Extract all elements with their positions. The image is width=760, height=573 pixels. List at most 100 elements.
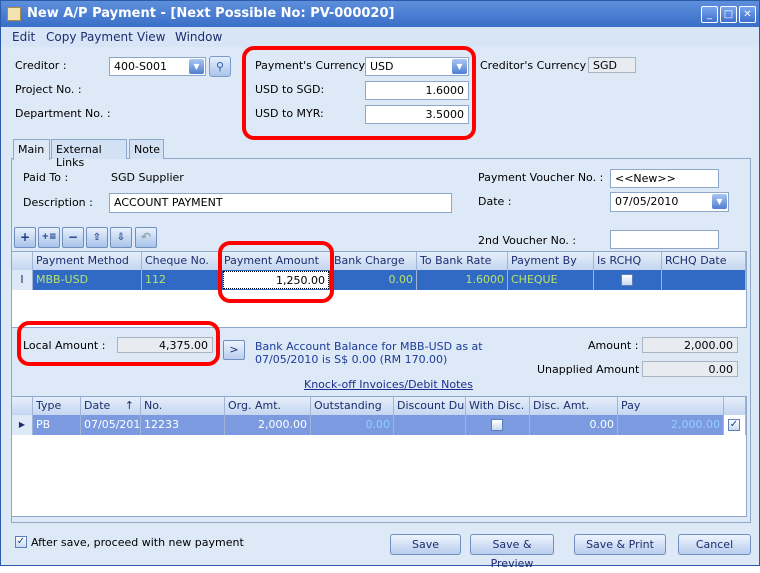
with-disc-checkbox[interactable]	[491, 419, 503, 431]
col-date-label: Date	[84, 399, 111, 412]
rate2-label: USD to MYR:	[255, 107, 324, 120]
creditor-label: Creditor :	[15, 59, 67, 72]
move-down-icon[interactable]: ⇩	[110, 227, 132, 248]
cell-is-rchq[interactable]	[594, 270, 662, 290]
tab-note[interactable]: Note	[129, 139, 164, 159]
date-value: 07/05/2010	[615, 195, 679, 208]
menu-window[interactable]: Window	[175, 30, 222, 44]
col-disc-amt[interactable]: Disc. Amt.	[530, 397, 618, 415]
proceed-label: After save, proceed with new payment	[31, 536, 244, 549]
voucher-label: Payment Voucher No. :	[478, 171, 604, 184]
cell-org-amt[interactable]: 2,000.00	[225, 415, 311, 435]
menu-view[interactable]: View	[137, 30, 165, 44]
title-bar: New A/P Payment - [Next Possible No: PV-…	[1, 1, 759, 27]
rate2-input[interactable]: 3.5000	[365, 105, 469, 124]
app-icon	[7, 7, 21, 21]
payment-grid: Payment Method Cheque No. Payment Amount…	[11, 251, 747, 328]
close-button[interactable]: ✕	[739, 6, 756, 23]
select-checkbox[interactable]: ✓	[728, 419, 740, 431]
unapplied-label: Unapplied Amount :	[537, 363, 647, 376]
insert-icon[interactable]: +≡	[38, 227, 60, 248]
col-with-disc[interactable]: With Disc.	[466, 397, 530, 415]
cell-discount-due[interactable]	[394, 415, 466, 435]
menu-bar: Edit Copy Payment View Window	[1, 27, 759, 47]
cancel-button[interactable]: Cancel	[678, 534, 751, 555]
save-button[interactable]: Save	[390, 534, 461, 555]
creditor-select[interactable]: 400-S001 ▼	[109, 57, 206, 76]
tab-main[interactable]: Main	[13, 139, 50, 160]
undo-icon[interactable]: ↶	[135, 227, 157, 248]
creditor-currency-value: SGD	[588, 57, 636, 73]
col-pay[interactable]: Pay	[618, 397, 724, 415]
col-type[interactable]: Type	[33, 397, 81, 415]
more-button[interactable]: >	[223, 340, 245, 360]
second-voucher-input[interactable]	[610, 230, 719, 249]
cell-no[interactable]: 12233	[141, 415, 225, 435]
row-indicator-header	[12, 397, 33, 415]
date-picker[interactable]: 07/05/2010 ▼	[610, 192, 729, 212]
creditor-value: 400-S001	[114, 60, 167, 73]
creditor-currency-label: Creditor's Currency :	[480, 59, 594, 72]
move-up-icon[interactable]: ⇧	[86, 227, 108, 248]
col-cheque-no[interactable]: Cheque No.	[142, 252, 221, 270]
col-payment-method[interactable]: Payment Method	[33, 252, 142, 270]
second-voucher-label: 2nd Voucher No. :	[478, 234, 577, 247]
row-pointer-icon: ▶	[12, 415, 33, 435]
cell-rate[interactable]: 1.6000	[417, 270, 508, 290]
cell-charge[interactable]: 0.00	[331, 270, 417, 290]
cell-type[interactable]: PB	[33, 415, 81, 435]
menu-edit[interactable]: Edit	[12, 30, 35, 44]
department-label: Department No. :	[15, 107, 111, 120]
menu-copy-payment[interactable]: Copy Payment	[46, 30, 133, 44]
col-select	[724, 397, 746, 415]
tab-external-links[interactable]: External Links	[51, 139, 127, 169]
chevron-down-icon[interactable]: ▼	[189, 59, 204, 74]
maximize-button[interactable]: □	[720, 6, 737, 23]
paid-to-value: SGD Supplier	[111, 171, 184, 184]
col-date[interactable]: Date ↑	[81, 397, 141, 415]
knockoff-grid: Type Date ↑ No. Org. Amt. Outstanding Dis…	[11, 396, 747, 517]
minimize-button[interactable]: _	[701, 6, 718, 23]
remove-icon[interactable]: −	[62, 227, 84, 248]
cell-disc-amt[interactable]: 0.00	[530, 415, 618, 435]
cell-date[interactable]: 07/05/2010	[81, 415, 141, 435]
col-bank-charge[interactable]: Bank Charge	[331, 252, 417, 270]
currency-select[interactable]: USD ▼	[365, 57, 469, 76]
col-discount-due[interactable]: Discount Due	[394, 397, 466, 415]
currency-label: Payment's Currency :	[255, 59, 373, 72]
local-amount-value: 4,375.00	[117, 337, 213, 353]
cell-payment-by[interactable]: CHEQUE	[508, 270, 594, 290]
cell-method[interactable]: MBB-USD	[33, 270, 142, 290]
col-is-rchq[interactable]: Is RCHQ	[594, 252, 662, 270]
table-row[interactable]: ▶ PB 07/05/2010 12233 2,000.00 0.00 0.00…	[12, 415, 746, 435]
save-print-button[interactable]: Save & Print	[574, 534, 666, 555]
col-to-bank-rate[interactable]: To Bank Rate	[417, 252, 508, 270]
cell-select[interactable]: ✓	[724, 415, 746, 435]
col-payment-by[interactable]: Payment By	[508, 252, 594, 270]
knockoff-link[interactable]: Knock-off Invoices/Debit Notes	[304, 378, 473, 391]
search-icon[interactable]: ⚲	[209, 56, 231, 77]
voucher-input[interactable]: <<New>>	[610, 169, 719, 188]
cell-cheque[interactable]: 112	[142, 270, 221, 290]
add-icon[interactable]: +	[14, 227, 36, 248]
cell-pay[interactable]: 2,000.00	[618, 415, 724, 435]
cell-rchq-date[interactable]	[662, 270, 746, 290]
payment-window: New A/P Payment - [Next Possible No: PV-…	[0, 0, 760, 570]
chevron-down-icon[interactable]: ▼	[452, 59, 467, 74]
row-edit-indicator: I	[12, 270, 33, 290]
amount-label: Amount :	[588, 339, 639, 352]
col-org-amt[interactable]: Org. Amt.	[225, 397, 311, 415]
rate1-input[interactable]: 1.6000	[365, 81, 469, 100]
save-preview-button[interactable]: Save & Preview	[470, 534, 554, 570]
chevron-down-icon[interactable]: ▼	[712, 194, 727, 209]
proceed-checkbox[interactable]: ✓	[15, 536, 27, 548]
col-no[interactable]: No.	[141, 397, 225, 415]
col-rchq-date[interactable]: RCHQ Date	[662, 252, 746, 270]
cell-outstanding[interactable]: 0.00	[311, 415, 394, 435]
cell-with-disc[interactable]	[466, 415, 530, 435]
table-row[interactable]: I MBB-USD 112 1,250.00 0.00 1.6000 CHEQU…	[12, 270, 746, 290]
rchq-checkbox[interactable]	[621, 274, 633, 286]
unapplied-value: 0.00	[642, 361, 738, 377]
col-outstanding[interactable]: Outstanding	[311, 397, 394, 415]
description-input[interactable]: ACCOUNT PAYMENT	[109, 193, 452, 213]
